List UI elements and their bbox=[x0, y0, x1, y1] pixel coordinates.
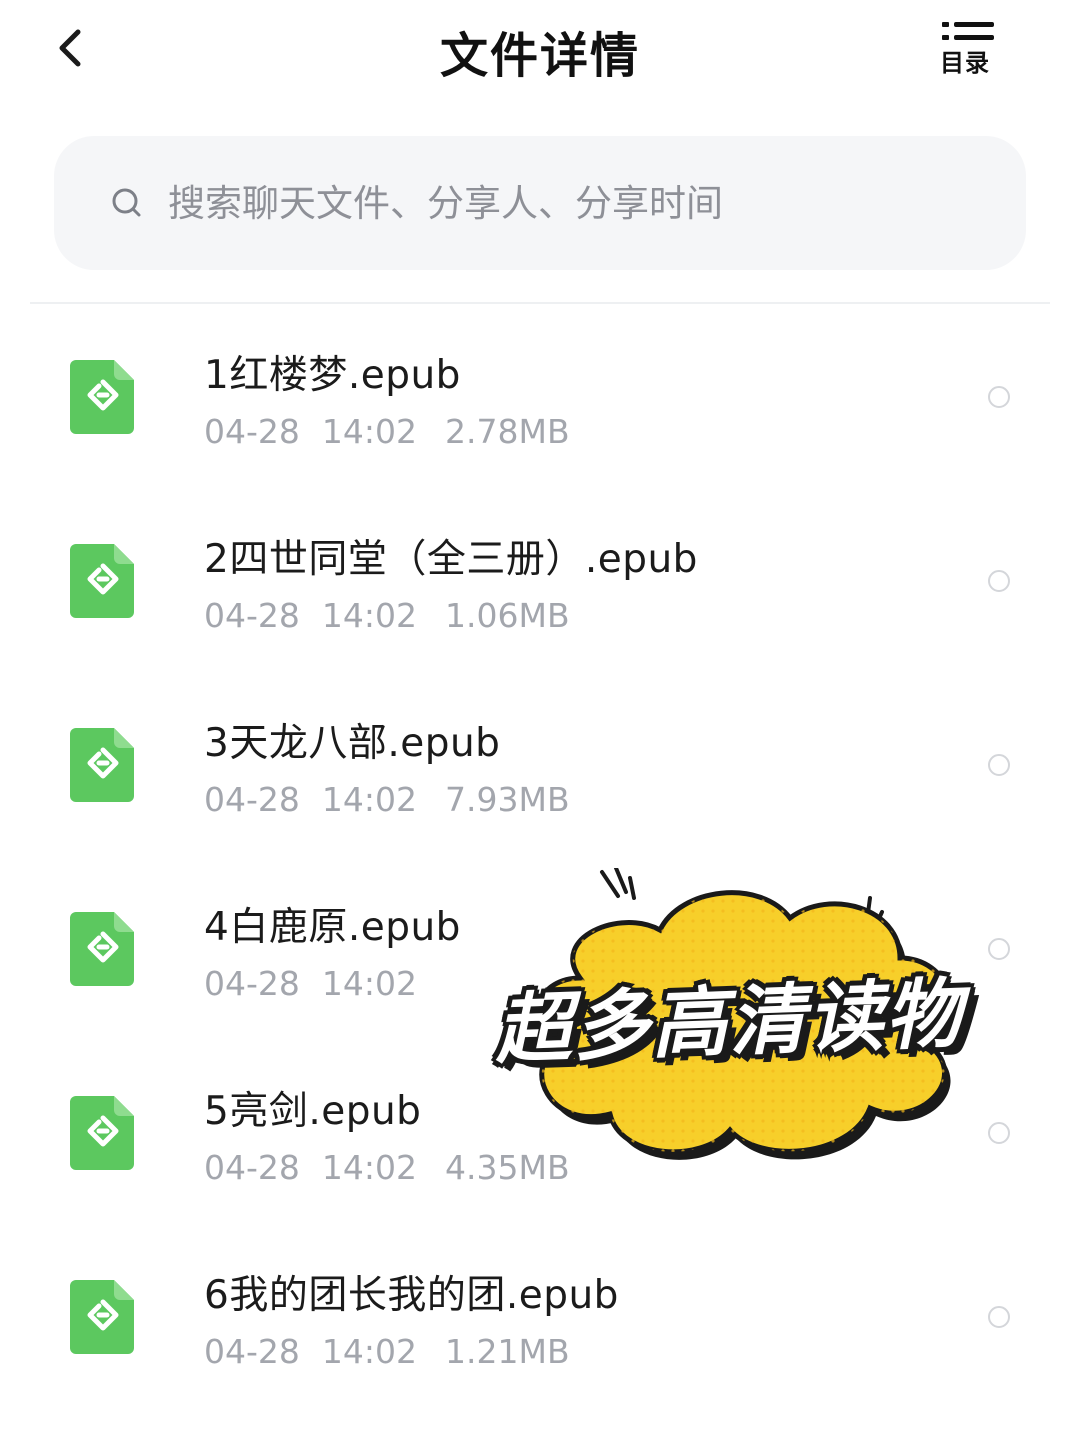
file-row[interactable]: 3天龙八部.epub 04-28 14:02 7.93MB bbox=[0, 674, 1080, 858]
epub-file-icon bbox=[70, 912, 134, 986]
file-date: 04-28 bbox=[204, 780, 300, 819]
top-bar: 文件详情 目录 bbox=[0, 0, 1080, 100]
file-time: 14:02 bbox=[321, 1148, 417, 1187]
file-row[interactable]: 5亮剑.epub 04-28 14:02 4.35MB bbox=[0, 1042, 1080, 1226]
radio-circle-icon[interactable] bbox=[988, 1122, 1010, 1144]
file-size: 1.06MB bbox=[445, 596, 570, 635]
file-name: 3天龙八部.epub bbox=[204, 721, 501, 766]
file-row[interactable]: 2四世同堂（全三册）.epub 04-28 14:02 1.06MB bbox=[0, 490, 1080, 674]
file-time: 14:02 bbox=[321, 412, 417, 451]
radio-circle-icon[interactable] bbox=[988, 938, 1010, 960]
file-meta: 04-28 14:02 bbox=[204, 964, 445, 1003]
file-time: 14:02 bbox=[321, 780, 417, 819]
epub-file-icon bbox=[70, 728, 134, 802]
file-row[interactable]: 1红楼梦.epub 04-28 14:02 2.78MB bbox=[0, 306, 1080, 490]
list-icon bbox=[942, 22, 994, 40]
radio-circle-icon[interactable] bbox=[988, 754, 1010, 776]
file-size: 7.93MB bbox=[445, 780, 570, 819]
file-row[interactable]: 4白鹿原.epub 04-28 14:02 bbox=[0, 858, 1080, 1042]
page-title: 文件详情 bbox=[439, 28, 640, 84]
file-date: 04-28 bbox=[204, 1332, 300, 1371]
file-meta: 04-28 14:02 7.93MB bbox=[204, 780, 570, 819]
file-row[interactable]: 6我的团长我的团.epub 04-28 14:02 1.21MB bbox=[0, 1226, 1080, 1410]
epub-file-icon bbox=[70, 1280, 134, 1354]
file-size: 1.21MB bbox=[445, 1332, 570, 1371]
file-time: 14:02 bbox=[321, 964, 417, 1003]
file-name: 1红楼梦.epub bbox=[204, 353, 461, 398]
radio-circle-icon[interactable] bbox=[988, 1306, 1010, 1328]
file-name: 6我的团长我的团.epub bbox=[204, 1273, 619, 1318]
epub-file-icon bbox=[70, 544, 134, 618]
file-name: 4白鹿原.epub bbox=[204, 905, 461, 950]
file-date: 04-28 bbox=[204, 412, 300, 451]
file-meta: 04-28 14:02 1.21MB bbox=[204, 1332, 570, 1371]
file-time: 14:02 bbox=[321, 596, 417, 635]
search-icon bbox=[112, 188, 141, 217]
toc-button[interactable]: 目录 bbox=[934, 18, 1006, 84]
file-date: 04-28 bbox=[204, 1148, 300, 1187]
file-date: 04-28 bbox=[204, 964, 300, 1003]
divider bbox=[30, 302, 1050, 304]
search-input[interactable] bbox=[168, 170, 988, 236]
radio-circle-icon[interactable] bbox=[988, 570, 1010, 592]
file-meta: 04-28 14:02 1.06MB bbox=[204, 596, 570, 635]
file-name: 5亮剑.epub bbox=[204, 1089, 422, 1134]
radio-circle-icon[interactable] bbox=[988, 386, 1010, 408]
file-meta: 04-28 14:02 2.78MB bbox=[204, 412, 570, 451]
file-meta: 04-28 14:02 4.35MB bbox=[204, 1148, 570, 1187]
toc-label: 目录 bbox=[940, 49, 990, 77]
epub-file-icon bbox=[70, 1096, 134, 1170]
file-name: 2四世同堂（全三册）.epub bbox=[204, 537, 698, 582]
search-bar[interactable] bbox=[54, 136, 1026, 270]
file-size: 4.35MB bbox=[445, 1148, 570, 1187]
file-size: 2.78MB bbox=[445, 412, 570, 451]
file-time: 14:02 bbox=[321, 1332, 417, 1371]
file-list: 1红楼梦.epub 04-28 14:02 2.78MB 2四世同堂（全三册）.ep… bbox=[0, 306, 1080, 1410]
epub-file-icon bbox=[70, 360, 134, 434]
file-date: 04-28 bbox=[204, 596, 300, 635]
